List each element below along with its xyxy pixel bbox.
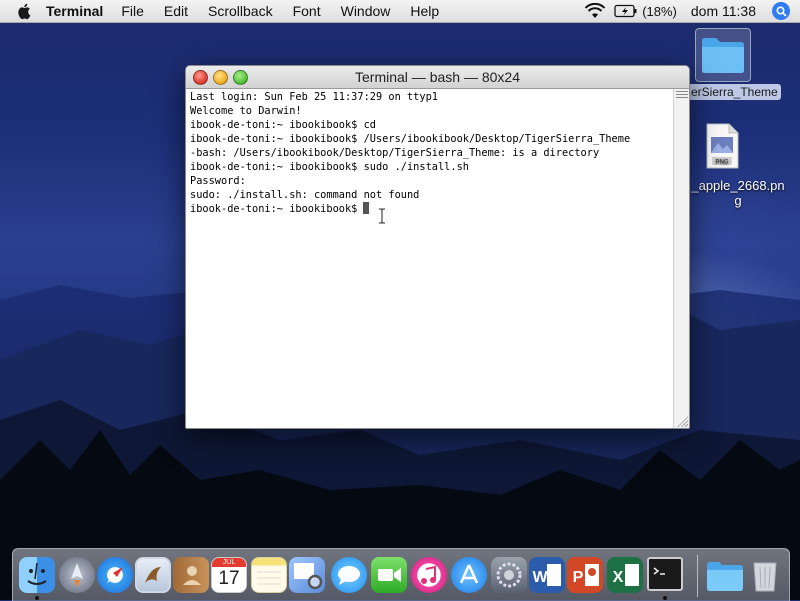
preview-icon[interactable] (289, 557, 325, 593)
powerpoint-icon[interactable]: P (567, 557, 603, 593)
menu-font[interactable]: Font (293, 3, 321, 19)
resize-handle-icon[interactable] (676, 415, 688, 427)
menu-file[interactable]: File (121, 3, 144, 19)
png-badge: PNG (715, 160, 728, 166)
battery-percent: (18%) (642, 3, 677, 19)
menu-window[interactable]: Window (341, 3, 391, 19)
dock: JUL 17 W P X (12, 548, 790, 601)
finder-icon[interactable] (19, 557, 55, 593)
svg-text:W: W (532, 569, 548, 586)
text-cursor (363, 202, 370, 214)
terminal-line: ibook-de-toni:~ ibookibook$ sudo ./insta… (190, 161, 469, 173)
trash-icon[interactable] (747, 557, 783, 593)
terminal-line: Welcome to Darwin! (190, 105, 302, 117)
itunes-icon[interactable] (411, 557, 447, 593)
notes-icon[interactable] (251, 557, 287, 593)
menu-app-terminal[interactable]: Terminal (46, 3, 103, 19)
terminal-window[interactable]: Terminal — bash — 80x24 Last login: Sun … (185, 65, 690, 429)
facetime-icon[interactable] (371, 557, 407, 593)
desktop-png-label[interactable]: _apple_2668.pn g (676, 178, 800, 208)
dock-separator (697, 555, 698, 597)
svg-text:X: X (613, 569, 624, 586)
vertical-scrollbar[interactable] (673, 89, 689, 428)
running-indicator (663, 596, 667, 600)
ibeam-cursor-icon (379, 208, 385, 224)
desktop-folder-label[interactable]: erSierra_Theme (688, 84, 781, 100)
desktop-png-label-line2: g (734, 193, 742, 208)
svg-text:P: P (573, 569, 584, 586)
safari-icon[interactable] (97, 557, 133, 593)
desktop-png-file[interactable]: PNG (703, 123, 741, 169)
terminal-prompt: ibook-de-toni:~ ibookibook$ (190, 203, 358, 215)
calendar-icon[interactable]: JUL 17 (211, 557, 247, 593)
folder-icon (702, 38, 744, 73)
launchpad-icon[interactable] (59, 557, 95, 593)
messages-icon[interactable] (331, 557, 367, 593)
png-file-icon: PNG (706, 123, 739, 169)
running-indicator (35, 596, 39, 600)
menu-clock[interactable]: dom 11:38 (691, 3, 756, 19)
terminal-output[interactable]: Last login: Sun Feb 25 11:37:29 on ttyp1… (186, 89, 673, 428)
terminal-icon[interactable] (647, 557, 683, 591)
system-preferences-icon[interactable] (491, 557, 527, 593)
menu-bar: Terminal File Edit Scrollback Font Windo… (0, 0, 800, 23)
apple-menu-icon[interactable] (16, 2, 34, 20)
terminal-line: sudo: ./install.sh: command not found (190, 189, 420, 201)
terminal-line: ibook-de-toni:~ ibookibook$ cd (190, 119, 376, 131)
minimize-button[interactable] (213, 70, 228, 85)
window-title: Terminal — bash — 80x24 (355, 69, 520, 85)
menu-scrollback[interactable]: Scrollback (208, 3, 273, 19)
terminal-line: -bash: /Users/ibookibook/Desktop/TigerSi… (190, 147, 600, 159)
window-titlebar[interactable]: Terminal — bash — 80x24 (186, 66, 689, 89)
battery-icon[interactable] (614, 4, 638, 18)
excel-icon[interactable]: X (607, 557, 643, 593)
spotlight-icon[interactable] (772, 2, 790, 20)
split-grip-icon[interactable] (676, 91, 688, 100)
wifi-icon[interactable] (584, 3, 606, 19)
app-store-icon[interactable] (451, 557, 487, 593)
menu-edit[interactable]: Edit (164, 3, 188, 19)
calendar-day: 17 (218, 568, 240, 589)
contacts-icon[interactable] (173, 557, 209, 593)
menu-help[interactable]: Help (410, 3, 439, 19)
terminal-line: Last login: Sun Feb 25 11:37:29 on ttyp1 (190, 91, 438, 103)
close-button[interactable] (193, 70, 208, 85)
calendar-month: JUL (212, 558, 246, 567)
mail-icon[interactable] (135, 557, 171, 593)
zoom-button[interactable] (233, 70, 248, 85)
desktop-png-label-line1: _apple_2668.pn (691, 178, 785, 193)
desktop-folder-selected[interactable] (695, 28, 751, 82)
terminal-line: Password: (190, 175, 246, 187)
terminal-line: ibook-de-toni:~ ibookibook$ /Users/ibook… (190, 133, 631, 145)
word-icon[interactable]: W (529, 557, 565, 593)
downloads-folder-icon[interactable] (705, 557, 743, 593)
